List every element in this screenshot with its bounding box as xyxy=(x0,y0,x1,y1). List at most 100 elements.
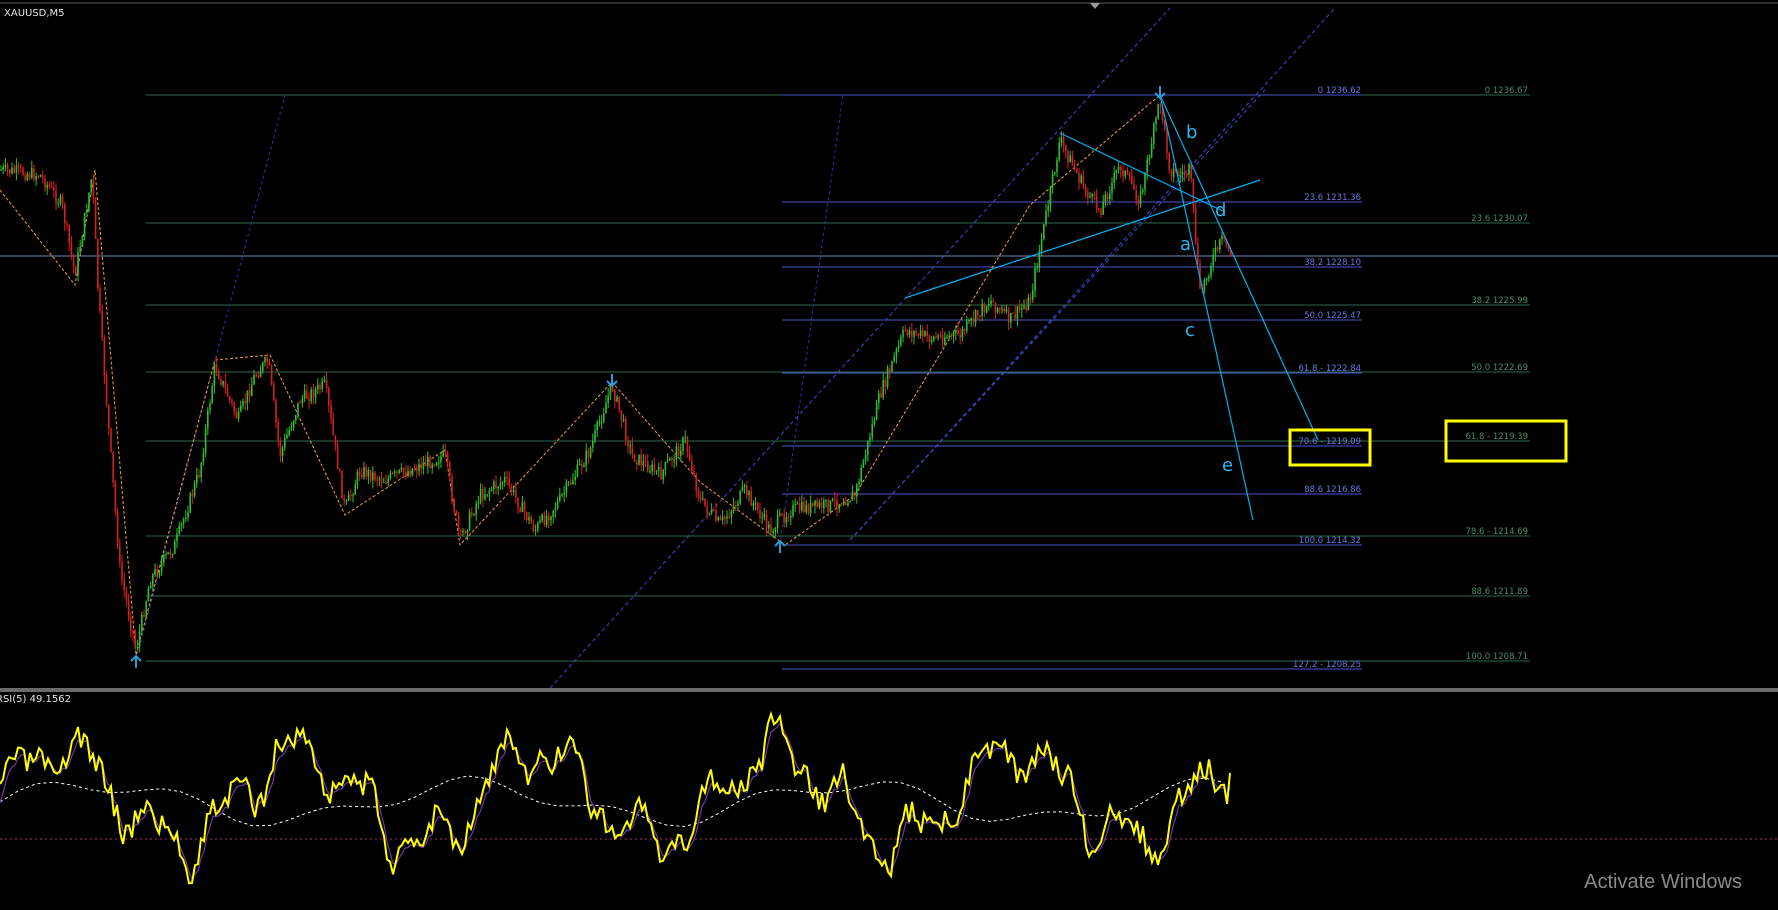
candle-body xyxy=(618,396,620,411)
candle-body xyxy=(728,516,730,518)
candle-body xyxy=(306,390,308,399)
candle-body xyxy=(1076,169,1078,173)
candle-body xyxy=(988,304,990,306)
candle-body xyxy=(627,440,629,447)
rsi-canvas[interactable] xyxy=(0,692,1778,906)
candle-body xyxy=(369,469,372,481)
candle-body xyxy=(196,474,198,484)
candle-body xyxy=(328,388,330,406)
candle-body xyxy=(666,460,669,462)
candle-body xyxy=(539,520,541,523)
candle-body xyxy=(515,489,517,498)
fibo-levels-middle[interactable] xyxy=(782,94,1362,670)
candle-body xyxy=(81,236,84,247)
candle-body xyxy=(856,484,858,497)
candle-body xyxy=(955,330,957,333)
candle-body xyxy=(123,579,125,591)
wave-line-b-e[interactable] xyxy=(1159,94,1254,521)
candle-body xyxy=(59,196,62,204)
dashed-channels[interactable] xyxy=(135,7,1336,689)
candle-body xyxy=(587,450,590,458)
candle-body xyxy=(1153,124,1155,144)
candle-body xyxy=(220,379,222,385)
candle-body xyxy=(770,524,772,533)
candle-body xyxy=(1027,297,1030,310)
channel-lower-line[interactable] xyxy=(549,7,1171,689)
candle-body xyxy=(625,419,627,441)
candle-body xyxy=(1021,308,1023,311)
candle-body xyxy=(851,492,854,501)
candle-body xyxy=(11,167,13,174)
fibo-mid-label-4: 61.8 - 1222.84 xyxy=(1298,364,1361,374)
candle-body xyxy=(110,428,112,452)
candle-body xyxy=(541,514,543,521)
zigzag-line[interactable] xyxy=(0,94,1161,656)
rsi-panel[interactable]: RSI(5) 49.1562 xyxy=(0,692,1778,906)
shift-marker-icon[interactable] xyxy=(1090,3,1100,9)
candle-body xyxy=(224,381,227,388)
candle-body xyxy=(1078,172,1080,183)
candle-body xyxy=(805,504,807,512)
candle-body xyxy=(710,510,713,513)
candle-body xyxy=(576,464,579,477)
candle-body xyxy=(303,390,306,399)
candle-body xyxy=(365,467,367,477)
fibo-levels-right[interactable] xyxy=(146,94,1530,662)
candle-body xyxy=(48,184,51,188)
candle-body xyxy=(391,472,394,474)
candle-body xyxy=(222,381,224,385)
candle-body xyxy=(737,503,739,506)
candle-body xyxy=(193,483,196,496)
candle-body xyxy=(141,614,143,632)
wave-label-e: e xyxy=(1222,455,1233,476)
candle-body xyxy=(28,174,31,178)
candle-body xyxy=(1122,170,1124,177)
candle-body xyxy=(946,337,948,339)
candle-body xyxy=(416,469,418,472)
candle-body xyxy=(655,470,658,472)
candle-body xyxy=(966,321,968,332)
candle-body xyxy=(1111,182,1113,194)
candle-body xyxy=(53,187,55,191)
candle-body xyxy=(952,332,955,337)
candle-body xyxy=(398,469,400,473)
candle-body xyxy=(688,451,691,461)
candle-body xyxy=(985,305,988,313)
candle-body xyxy=(1172,168,1175,177)
candle-body xyxy=(92,179,95,199)
chart-window[interactable]: a b c d e 0 1236.67 23.6 1230.07 38.2 1225… xyxy=(0,0,1778,906)
candle-body xyxy=(548,515,550,521)
candle-body xyxy=(570,482,572,485)
candle-body xyxy=(836,499,838,510)
candle-body xyxy=(389,472,392,479)
candle-body xyxy=(231,399,233,403)
price-chart-panel[interactable]: a b c d e 0 1236.67 23.6 1230.07 38.2 1225… xyxy=(0,0,1778,690)
candle-body xyxy=(521,502,524,512)
price-chart-canvas[interactable]: a b c d e 0 1236.67 23.6 1230.07 38.2 1225… xyxy=(0,0,1778,690)
wave-triangle-upper-line[interactable] xyxy=(1059,132,1226,213)
elliott-wave-lines[interactable] xyxy=(904,94,1319,521)
highlight-box-mid[interactable] xyxy=(1288,428,1372,467)
candle-body xyxy=(644,461,647,463)
rsi-moving-average xyxy=(0,775,1225,828)
candle-body xyxy=(156,569,158,576)
candle-body xyxy=(651,464,653,472)
candle-body xyxy=(783,514,785,523)
candle-body xyxy=(308,398,310,402)
candle-body xyxy=(616,396,618,402)
candle-body xyxy=(119,545,121,563)
candle-body xyxy=(185,518,187,520)
candle-body xyxy=(607,395,609,403)
candle-body xyxy=(530,517,532,524)
fractal-arrows[interactable] xyxy=(130,86,1166,668)
candle-body xyxy=(1133,184,1135,190)
candle-body xyxy=(422,462,425,469)
candle-body xyxy=(957,330,959,335)
candlesticks[interactable] xyxy=(0,102,1232,653)
candle-body xyxy=(906,330,909,336)
candle-body xyxy=(862,461,865,468)
candle-body xyxy=(114,482,117,512)
candle-body xyxy=(840,504,843,506)
candle-body xyxy=(292,420,295,428)
candle-body xyxy=(640,454,642,466)
